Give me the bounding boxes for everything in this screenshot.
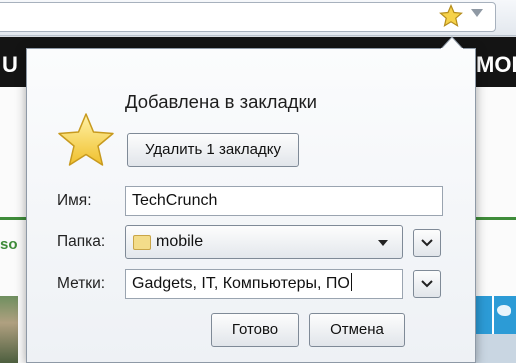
folder-select[interactable]: mobile xyxy=(125,225,403,259)
expand-tags-button[interactable] xyxy=(413,270,441,298)
dropdown-arrow-icon[interactable] xyxy=(471,9,483,17)
tags-field[interactable]: Gadgets, IT, Компьютеры, ПО xyxy=(125,269,403,299)
divider xyxy=(492,296,494,334)
chevron-down-icon xyxy=(421,239,433,247)
nav-text-fragment: U xyxy=(2,52,18,77)
folder-label: Папка: xyxy=(57,233,106,250)
text-caret xyxy=(350,273,352,291)
bookmark-panel: Добавлена в закладки Удалить 1 закладку … xyxy=(26,48,476,363)
tags-label: Метки: xyxy=(57,275,106,292)
chevron-down-icon xyxy=(421,280,433,288)
folder-icon xyxy=(133,235,151,250)
twitter-icon xyxy=(497,305,511,316)
browser-toolbar xyxy=(0,0,516,36)
remove-bookmark-button[interactable]: Удалить 1 закладку xyxy=(127,133,299,167)
name-label: Имя: xyxy=(57,192,92,209)
photo-thumbnail xyxy=(0,296,18,363)
star-icon xyxy=(57,112,115,168)
address-bar[interactable] xyxy=(0,2,496,32)
page-content-fragment xyxy=(475,334,516,363)
name-field[interactable]: TechCrunch xyxy=(125,186,443,216)
tags-value: Gadgets, IT, Компьютеры, ПО xyxy=(132,275,350,292)
done-button[interactable]: Готово xyxy=(211,313,299,347)
twitter-button[interactable] xyxy=(475,296,516,334)
side-text-fragment: so xyxy=(0,236,18,253)
expand-folders-button[interactable] xyxy=(413,229,441,257)
dropdown-arrow-icon xyxy=(378,240,388,246)
nav-text-fragment: MOF xyxy=(476,52,516,77)
bookmark-star-icon[interactable] xyxy=(439,3,463,28)
panel-pointer xyxy=(441,36,463,49)
cancel-button[interactable]: Отмена xyxy=(309,313,405,347)
folder-value: mobile xyxy=(156,233,204,250)
panel-title: Добавлена в закладки xyxy=(125,91,317,112)
name-value: TechCrunch xyxy=(132,192,218,209)
